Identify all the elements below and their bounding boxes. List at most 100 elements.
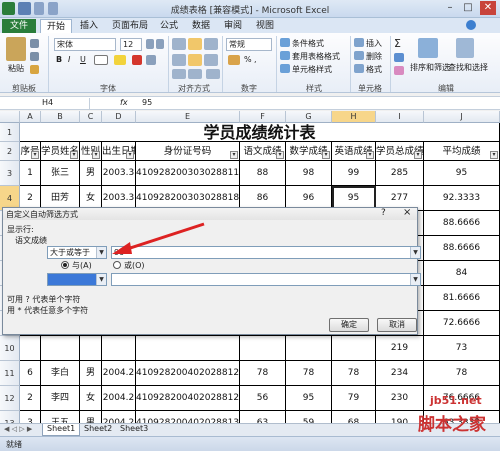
table-cell[interactable]: 3 (20, 411, 41, 423)
table-cell[interactable]: 68 (332, 411, 376, 423)
cancel-button[interactable]: 取消 (377, 318, 417, 332)
borders-icon[interactable] (94, 55, 108, 65)
row-header[interactable]: 11 (0, 361, 20, 386)
or-radio[interactable] (113, 261, 121, 269)
table-cell[interactable]: 李四 (41, 386, 80, 411)
fill-color-icon[interactable] (114, 55, 126, 65)
table-cell[interactable]: 73 (424, 336, 500, 361)
tab-formulas[interactable]: 公式 (154, 19, 184, 33)
column-header-c[interactable]: C (80, 111, 102, 123)
phonetic-icon[interactable] (146, 55, 156, 65)
table-cell[interactable]: 84 (424, 261, 500, 286)
table-cell[interactable]: 95 (424, 161, 500, 186)
increase-indent-icon[interactable] (188, 69, 202, 79)
number-format-select[interactable]: 常规 (226, 38, 272, 51)
table-format-icon[interactable] (280, 51, 290, 60)
tab-home[interactable]: 开始 (40, 19, 73, 33)
currency-icon[interactable] (228, 55, 240, 65)
align-right-icon[interactable] (204, 54, 218, 66)
row-header[interactable]: 10 (0, 336, 20, 361)
clear-icon[interactable] (394, 66, 404, 75)
delete-cells-icon[interactable] (354, 51, 364, 60)
column-header-j[interactable]: J (424, 111, 500, 123)
decrease-indent-icon[interactable] (172, 69, 186, 79)
and-radio[interactable] (61, 261, 69, 269)
merge-center-icon[interactable] (206, 69, 220, 79)
filter-dropdown-icon[interactable]: ▾ (70, 151, 78, 159)
tab-file[interactable]: 文件 (2, 19, 36, 33)
column-header-a[interactable]: A (20, 111, 41, 123)
tab-page-layout[interactable]: 页面布局 (106, 19, 154, 33)
filter-dropdown-icon[interactable]: ▾ (31, 151, 39, 159)
delete-button[interactable]: 删除 (366, 51, 382, 62)
format-button[interactable]: 格式 (366, 64, 382, 75)
table-cell[interactable] (286, 336, 332, 361)
font-color-icon[interactable] (132, 55, 142, 65)
close-window-button[interactable]: ✕ (480, 1, 496, 15)
table-cell[interactable] (102, 336, 136, 361)
table-cell[interactable]: 95 (286, 386, 332, 411)
table-cell[interactable] (332, 336, 376, 361)
ok-button[interactable]: 确定 (329, 318, 369, 332)
dialog-close-button[interactable]: × (403, 207, 411, 218)
filter-dropdown-icon[interactable]: ▾ (276, 151, 284, 159)
comma-icon[interactable]: , (254, 55, 257, 64)
sheet-nav-icon[interactable]: ◀ ◁ ▷ ▶ (4, 425, 32, 433)
grow-font-icon[interactable] (146, 39, 154, 49)
font-size-select[interactable]: 12 (120, 38, 142, 51)
align-top-icon[interactable] (172, 38, 186, 50)
maximize-button[interactable]: □ (460, 1, 476, 15)
column-header-d[interactable]: D (102, 111, 136, 123)
cell-styles-button[interactable]: 单元格样式 (292, 64, 332, 75)
table-cell[interactable]: 张三 (41, 161, 80, 186)
table-cell[interactable]: 李白 (41, 361, 80, 386)
autosum-icon[interactable]: Σ (394, 37, 401, 50)
table-cell[interactable]: 男 (80, 411, 102, 423)
table-cell[interactable]: 2003.3 (102, 161, 136, 186)
table-cell[interactable] (136, 336, 240, 361)
find-select-icon[interactable] (456, 38, 474, 58)
filter-dropdown-icon[interactable]: ▾ (230, 151, 238, 159)
table-cell[interactable] (20, 336, 41, 361)
sort-filter-button[interactable]: 排序和筛选 (410, 62, 450, 73)
name-box[interactable]: H4 (2, 98, 90, 109)
format-cells-icon[interactable] (354, 64, 364, 73)
table-cell[interactable]: 2 (20, 386, 41, 411)
copy-icon[interactable] (30, 52, 39, 61)
align-left-icon[interactable] (172, 54, 186, 66)
paste-icon[interactable] (6, 37, 26, 61)
column-header-b[interactable]: B (41, 111, 80, 123)
table-cell[interactable]: 285 (376, 161, 424, 186)
table-cell[interactable]: 男 (80, 161, 102, 186)
row-header[interactable]: 3 (0, 161, 20, 186)
align-center-icon[interactable] (188, 54, 202, 66)
row-header[interactable]: 2 (0, 142, 20, 161)
minimize-button[interactable]: – (442, 1, 458, 15)
row-header[interactable]: 13 (0, 411, 20, 423)
table-cell[interactable] (41, 336, 80, 361)
table-cell[interactable]: 88.6666 (424, 236, 500, 261)
insert-button[interactable]: 插入 (366, 38, 382, 49)
conditional-format-icon[interactable] (280, 38, 290, 47)
value-2-input[interactable]: ▼ (111, 273, 421, 286)
table-cell[interactable]: 63 (240, 411, 286, 423)
table-cell[interactable]: 男 (80, 361, 102, 386)
tab-view[interactable]: 视图 (250, 19, 280, 33)
table-cell[interactable]: 女 (80, 386, 102, 411)
filter-dropdown-icon[interactable]: ▾ (126, 151, 134, 159)
align-bottom-icon[interactable] (204, 38, 218, 50)
bold-button[interactable]: B (56, 55, 62, 64)
italic-button[interactable]: I (68, 55, 70, 64)
table-cell[interactable]: 78 (424, 361, 500, 386)
table-cell[interactable]: 92.3333 (424, 186, 500, 211)
formula-input[interactable]: 95 (142, 98, 152, 107)
table-cell[interactable]: 88.6666 (424, 211, 500, 236)
table-cell[interactable]: 219 (376, 336, 424, 361)
filter-dropdown-icon[interactable]: ▾ (322, 151, 330, 159)
align-middle-icon[interactable] (188, 38, 202, 50)
filter-dropdown-icon[interactable]: ▾ (366, 151, 374, 159)
filter-dropdown-icon[interactable]: ▾ (92, 151, 100, 159)
table-cell[interactable]: 1 (20, 161, 41, 186)
insert-cells-icon[interactable] (354, 38, 364, 47)
operator-2-select[interactable]: ▼ (47, 273, 107, 286)
